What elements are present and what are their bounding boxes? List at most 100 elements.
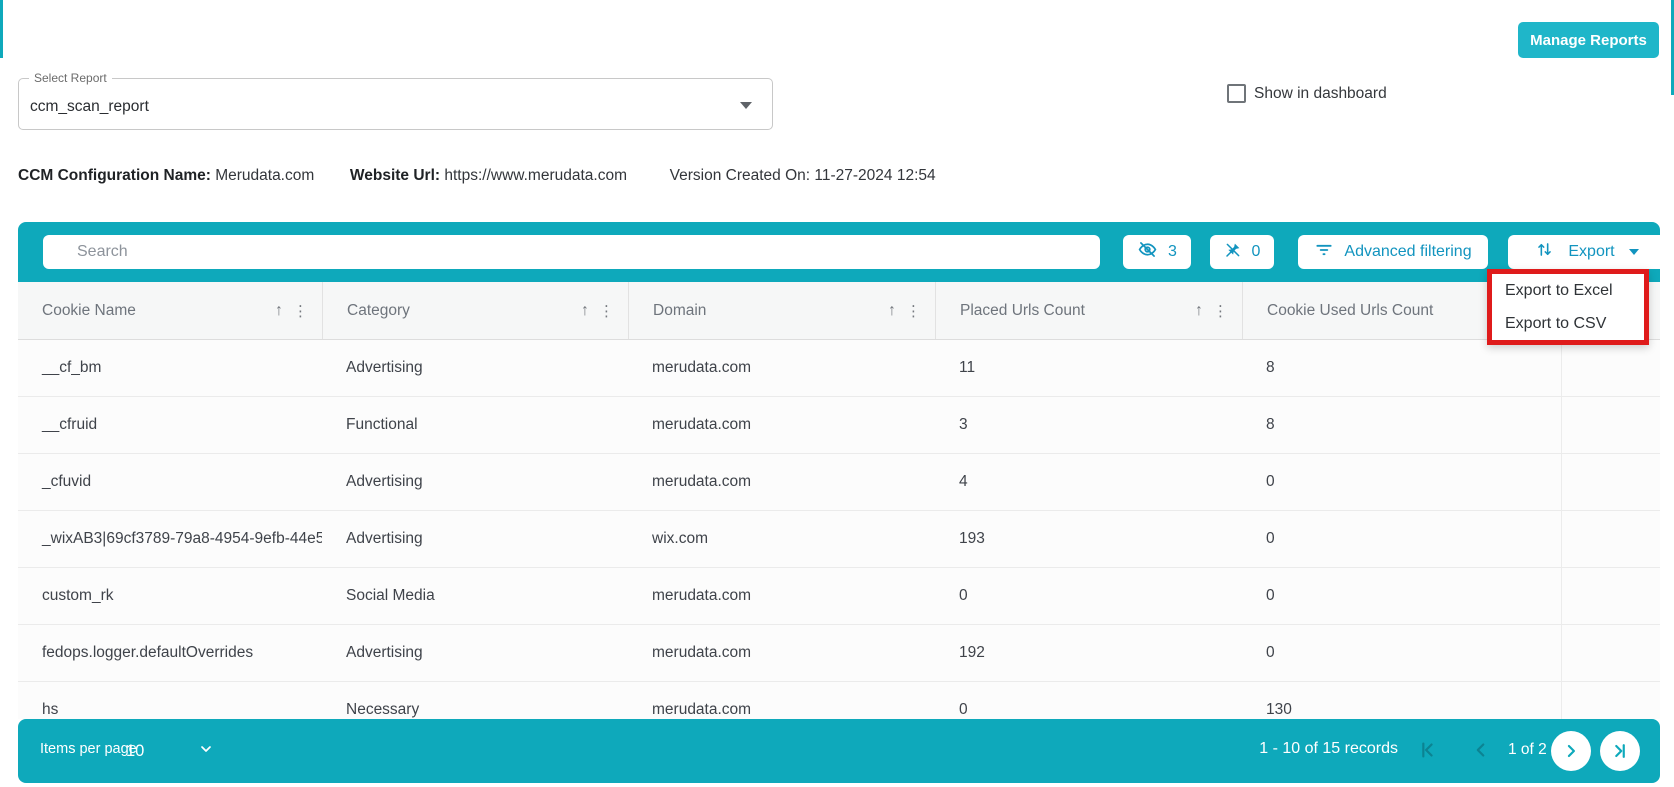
select-report-value: ccm_scan_report — [30, 98, 149, 116]
hidden-columns-button[interactable]: 3 — [1123, 235, 1191, 269]
sort-ascending-icon[interactable]: ↑ — [275, 302, 283, 320]
table-toolbar: 3 0 Advanced filtering — [18, 222, 1660, 282]
cell-cookie-used-urls-count: 8 — [1242, 397, 1561, 453]
cell-placed-urls-count: 193 — [935, 511, 1242, 567]
cell-category: Advertising — [322, 625, 628, 681]
next-page-button[interactable] — [1551, 731, 1591, 771]
column-header-label: Domain — [653, 302, 706, 320]
cell-cookie-used-urls-count: 130 — [1242, 682, 1561, 719]
first-page-icon[interactable] — [1416, 739, 1440, 763]
items-per-page-value: 10 — [126, 742, 144, 761]
cell-category: Advertising — [322, 511, 628, 567]
cell-cookie-name: custom_rk — [18, 568, 322, 624]
table-row[interactable]: custom_rkSocial Mediamerudata.com00 — [18, 568, 1660, 625]
cell-cookie-name: _cfuvid — [18, 454, 322, 510]
cell-domain: wix.com — [628, 511, 935, 567]
column-header-domain[interactable]: Domain ↑ ⋮ — [628, 282, 935, 339]
cell-placed-urls-count: 3 — [935, 397, 1242, 453]
caret-down-icon — [1629, 249, 1639, 255]
show-in-dashboard: Show in dashboard — [1227, 84, 1387, 103]
export-to-excel-menu-item[interactable]: Export to Excel — [1492, 274, 1644, 307]
manage-reports-button[interactable]: Manage Reports — [1518, 22, 1659, 58]
cell-cookie-used-urls-count: 0 — [1242, 568, 1561, 624]
cell-cookie-used-urls-count: 0 — [1242, 454, 1561, 510]
sort-ascending-icon[interactable]: ↑ — [1195, 302, 1203, 320]
cell-domain: merudata.com — [628, 625, 935, 681]
sort-ascending-icon[interactable]: ↑ — [888, 302, 896, 320]
pinned-columns-button[interactable]: 0 — [1210, 235, 1274, 269]
chevron-down-icon — [198, 741, 214, 762]
column-menu-icon[interactable]: ⋮ — [906, 302, 921, 320]
cell-category: Necessary — [322, 682, 628, 719]
show-in-dashboard-label: Show in dashboard — [1254, 85, 1387, 103]
table-header-row: Cookie Name↑⋮Category↑⋮Domain↑⋮Placed Ur… — [18, 282, 1660, 340]
column-header-label: Category — [347, 302, 410, 320]
cell-spacer — [1561, 397, 1660, 453]
page-border-left — [0, 0, 3, 58]
previous-page-icon[interactable] — [1470, 739, 1494, 763]
cell-cookie-used-urls-count: 8 — [1242, 340, 1561, 396]
search-input[interactable] — [43, 235, 1100, 269]
config-name-label: CCM Configuration Name: — [18, 167, 211, 184]
website-url-label: Website Url: — [350, 167, 440, 184]
last-page-button[interactable] — [1600, 731, 1640, 771]
column-header-label: Placed Urls Count — [960, 302, 1085, 320]
filter-icon — [1314, 240, 1334, 265]
import-export-icon — [1535, 240, 1554, 264]
select-report-dropdown[interactable]: Select Report ccm_scan_report — [18, 78, 773, 130]
cell-placed-urls-count: 0 — [935, 568, 1242, 624]
pin-off-icon — [1224, 241, 1242, 264]
cell-cookie-name: _wixAB3|69cf3789-79a8-4954-9efb-44e5... — [18, 511, 322, 567]
table-row[interactable]: __cf_bmAdvertisingmerudata.com118 — [18, 340, 1660, 397]
export-button[interactable]: Export — [1508, 235, 1666, 269]
column-menu-icon[interactable]: ⋮ — [599, 302, 614, 320]
version-created-value: 11-27-2024 12:54 — [814, 167, 935, 184]
table-row[interactable]: fedops.logger.defaultOverridesAdvertisin… — [18, 625, 1660, 682]
sort-ascending-icon[interactable]: ↑ — [581, 302, 589, 320]
config-name-value: Merudata.com — [215, 167, 314, 184]
cell-spacer — [1561, 454, 1660, 510]
chevron-down-icon — [740, 102, 752, 109]
show-in-dashboard-checkbox[interactable] — [1227, 84, 1246, 103]
cell-cookie-used-urls-count: 0 — [1242, 625, 1561, 681]
cell-domain: merudata.com — [628, 568, 935, 624]
column-header-placed-urls-count[interactable]: Placed Urls Count ↑ ⋮ — [935, 282, 1242, 339]
advanced-filtering-button[interactable]: Advanced filtering — [1298, 235, 1488, 269]
table-row[interactable]: hsNecessarymerudata.com0130 — [18, 682, 1660, 719]
cell-cookie-name: __cf_bm — [18, 340, 322, 396]
report-info-row: CCM Configuration Name: Merudata.com Web… — [18, 167, 936, 185]
cell-spacer — [1561, 511, 1660, 567]
cell-placed-urls-count: 192 — [935, 625, 1242, 681]
table-row[interactable]: __cfruidFunctionalmerudata.com38 — [18, 397, 1660, 454]
select-report-label: Select Report — [29, 71, 112, 85]
report-page: Manage Reports Select Report ccm_scan_re… — [0, 0, 1674, 787]
export-to-csv-menu-item[interactable]: Export to CSV — [1492, 307, 1644, 340]
column-header-category[interactable]: Category ↑ ⋮ — [322, 282, 628, 339]
table-row[interactable]: _cfuvidAdvertisingmerudata.com40 — [18, 454, 1660, 511]
cell-placed-urls-count: 4 — [935, 454, 1242, 510]
cell-category: Advertising — [322, 454, 628, 510]
column-menu-icon[interactable]: ⋮ — [293, 302, 308, 320]
items-per-page-select[interactable]: 10 — [126, 735, 214, 767]
column-header-cookie-name[interactable]: Cookie Name ↑ ⋮ — [18, 282, 322, 339]
table-body: __cf_bmAdvertisingmerudata.com118__cfrui… — [18, 340, 1660, 719]
column-header-label: Cookie Used Urls Count — [1267, 302, 1433, 320]
website-url-value: https://www.merudata.com — [444, 167, 627, 184]
export-label: Export — [1568, 243, 1614, 261]
cell-spacer — [1561, 340, 1660, 396]
hidden-columns-count: 3 — [1168, 243, 1177, 261]
cell-cookie-name: fedops.logger.defaultOverrides — [18, 625, 322, 681]
cell-domain: merudata.com — [628, 397, 935, 453]
cell-domain: merudata.com — [628, 454, 935, 510]
version-created-label: Version Created On: — [670, 167, 810, 184]
column-menu-icon[interactable]: ⋮ — [1213, 302, 1228, 320]
records-range-text: 1 - 10 of 15 records — [1198, 740, 1398, 758]
table-row[interactable]: _wixAB3|69cf3789-79a8-4954-9efb-44e5...A… — [18, 511, 1660, 568]
cell-domain: merudata.com — [628, 682, 935, 719]
cell-spacer — [1561, 682, 1660, 719]
items-per-page-label: Items per page — [40, 741, 137, 757]
cell-spacer — [1561, 625, 1660, 681]
cell-placed-urls-count: 0 — [935, 682, 1242, 719]
column-header-label: Cookie Name — [42, 302, 136, 320]
cell-cookie-name: hs — [18, 682, 322, 719]
